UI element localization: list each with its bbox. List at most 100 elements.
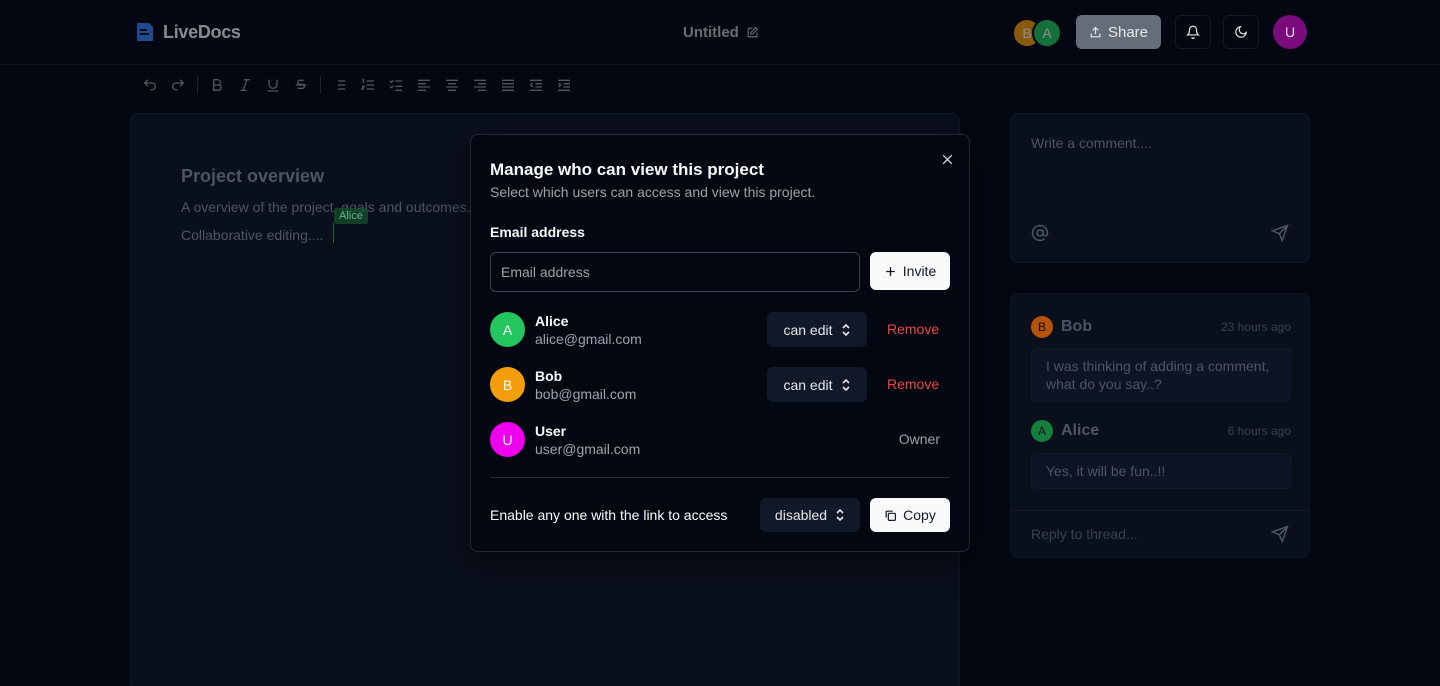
document-paragraph-2[interactable]: Collaborative editing.... bbox=[181, 227, 323, 243]
logo-icon bbox=[137, 23, 153, 41]
member-email: bob@gmail.com bbox=[535, 386, 637, 402]
share-label: Share bbox=[1107, 23, 1149, 41]
close-icon bbox=[942, 154, 952, 164]
toolbar-divider bbox=[320, 76, 321, 94]
permission-value: can edit bbox=[783, 321, 833, 338]
underline-icon bbox=[267, 79, 279, 92]
member-email: user@gmail.com bbox=[535, 441, 641, 457]
comment-input-placeholder[interactable]: Write a comment.... bbox=[1031, 135, 1152, 151]
bold-icon bbox=[213, 79, 222, 91]
dialog-description: Select which users can access and view t… bbox=[490, 184, 816, 200]
editor-toolbar bbox=[136, 72, 578, 98]
comment-timestamp: 23 hours ago bbox=[1220, 320, 1291, 334]
align-justify-button[interactable] bbox=[494, 73, 522, 97]
permission-select[interactable]: can edit bbox=[767, 367, 867, 402]
active-collaborators: B A bbox=[1012, 18, 1062, 48]
bold-button[interactable] bbox=[203, 73, 231, 97]
email-input[interactable] bbox=[490, 252, 860, 292]
ordered-list-icon bbox=[360, 78, 374, 90]
indent-button[interactable] bbox=[550, 73, 578, 97]
align-left-icon bbox=[418, 79, 430, 91]
app-header: LiveDocs Untitled B A Share U bbox=[0, 0, 1440, 65]
redo-button[interactable] bbox=[164, 73, 192, 97]
align-center-icon bbox=[446, 79, 458, 91]
member-name: Alice bbox=[535, 313, 569, 329]
member-row: U User user@gmail.com Owner bbox=[490, 422, 950, 458]
document-title[interactable]: Untitled bbox=[683, 24, 759, 41]
underline-button[interactable] bbox=[259, 73, 287, 97]
undo-icon bbox=[143, 79, 156, 91]
edit-icon[interactable] bbox=[746, 26, 759, 39]
notifications-button[interactable] bbox=[1175, 15, 1211, 49]
invite-button[interactable]: Invite bbox=[870, 252, 950, 290]
comment-author: Alice bbox=[1061, 422, 1100, 439]
comment-body: I was thinking of adding a comment, what… bbox=[1031, 348, 1291, 402]
chevron-up-down-icon bbox=[836, 508, 844, 522]
user-avatar[interactable]: U bbox=[1273, 15, 1307, 49]
dialog-divider bbox=[490, 477, 950, 478]
comment-header: B Bob 23 hours ago bbox=[1031, 316, 1291, 338]
member-email: alice@gmail.com bbox=[535, 331, 642, 347]
send-icon[interactable] bbox=[1271, 525, 1289, 543]
comment-body: Yes, it will be fun..!! bbox=[1031, 453, 1291, 489]
bullet-list-icon bbox=[334, 80, 346, 90]
align-center-button[interactable] bbox=[438, 73, 466, 97]
member-avatar: B bbox=[490, 367, 525, 402]
copy-icon bbox=[885, 510, 897, 521]
checklist-icon bbox=[389, 79, 402, 91]
reply-input-placeholder[interactable]: Reply to thread... bbox=[1031, 526, 1138, 542]
bullet-list-button[interactable] bbox=[326, 73, 354, 97]
comment-author: Bob bbox=[1061, 318, 1093, 335]
link-access-value: disabled bbox=[774, 507, 828, 523]
member-row: B Bob bob@gmail.com can edit Remove bbox=[490, 367, 950, 403]
collaborator-avatar: A bbox=[1032, 18, 1062, 48]
permission-select[interactable]: can edit bbox=[767, 312, 867, 347]
email-label: Email address bbox=[490, 224, 585, 240]
document-title-text: Untitled bbox=[683, 24, 739, 41]
app-logo[interactable]: LiveDocs bbox=[133, 20, 241, 44]
toolbar-divider bbox=[197, 76, 198, 94]
outdent-icon bbox=[529, 79, 542, 91]
share-button[interactable]: Share bbox=[1076, 15, 1161, 49]
outdent-button[interactable] bbox=[522, 73, 550, 97]
document-heading[interactable]: Project overview bbox=[181, 166, 324, 187]
italic-button[interactable] bbox=[231, 73, 259, 97]
indent-icon bbox=[558, 79, 570, 91]
member-name: Bob bbox=[535, 368, 563, 384]
invite-label: Invite bbox=[902, 263, 937, 279]
redo-icon bbox=[172, 79, 185, 91]
chevron-up-down-icon bbox=[841, 323, 850, 336]
align-justify-icon bbox=[502, 79, 514, 91]
link-access-label: Enable any one with the link to access bbox=[490, 507, 728, 523]
member-row: A Alice alice@gmail.com can edit Remove bbox=[490, 312, 950, 348]
document-paragraph[interactable]: A overview of the project, goals and out… bbox=[181, 199, 471, 215]
undo-button[interactable] bbox=[136, 73, 164, 97]
task-list-button[interactable] bbox=[382, 73, 410, 97]
comment-timestamp: 6 hours ago bbox=[1227, 424, 1291, 438]
strikethrough-icon bbox=[295, 79, 307, 89]
mention-icon[interactable] bbox=[1031, 224, 1049, 242]
new-comment-box[interactable]: Write a comment.... bbox=[1010, 113, 1310, 263]
theme-toggle-button[interactable] bbox=[1223, 15, 1259, 49]
italic-icon bbox=[240, 79, 250, 91]
strikethrough-button[interactable] bbox=[287, 73, 315, 97]
member-name: User bbox=[535, 423, 567, 439]
align-left-button[interactable] bbox=[410, 73, 438, 97]
bell-icon bbox=[1186, 25, 1200, 39]
owner-label: Owner bbox=[898, 431, 940, 447]
close-button[interactable] bbox=[939, 151, 955, 167]
moon-icon bbox=[1235, 25, 1248, 38]
copy-link-button[interactable]: Copy bbox=[870, 498, 950, 532]
comment-thread: B Bob 23 hours ago I was thinking of add… bbox=[1010, 293, 1310, 558]
link-access-select[interactable]: disabled bbox=[760, 498, 860, 532]
align-right-button[interactable] bbox=[466, 73, 494, 97]
send-icon[interactable] bbox=[1271, 224, 1289, 242]
collaborator-cursor-label: Alice bbox=[334, 208, 368, 224]
app-name: LiveDocs bbox=[163, 21, 241, 42]
ordered-list-button[interactable] bbox=[354, 73, 382, 97]
remove-member-button[interactable]: Remove bbox=[887, 376, 939, 392]
dialog-title: Manage who can view this project bbox=[490, 160, 764, 179]
upload-icon bbox=[1090, 26, 1101, 37]
remove-member-button[interactable]: Remove bbox=[887, 321, 939, 337]
member-avatar: U bbox=[490, 422, 525, 457]
